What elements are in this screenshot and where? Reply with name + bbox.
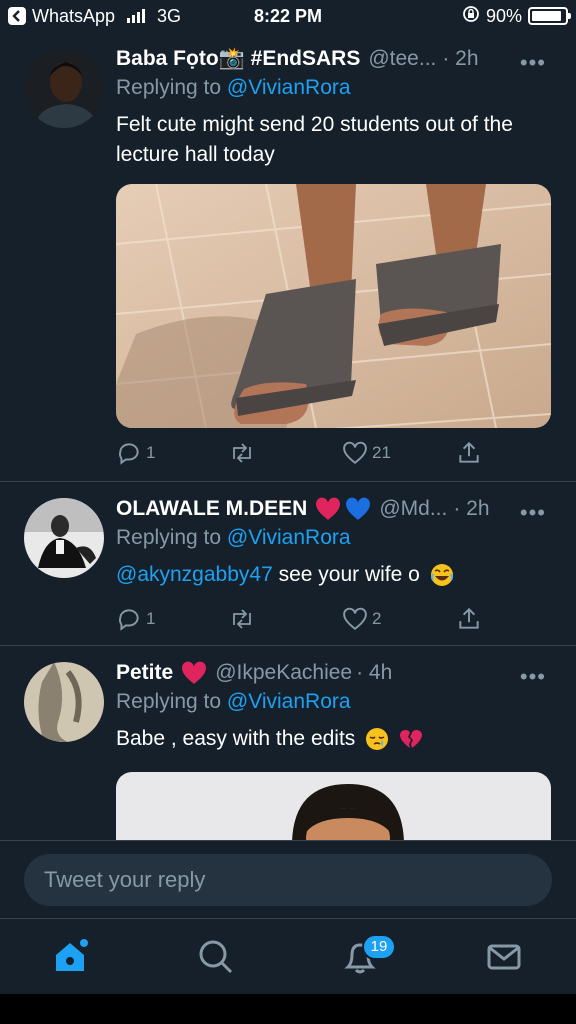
lock-rotation-icon bbox=[462, 5, 480, 28]
retweet-button[interactable] bbox=[228, 606, 260, 632]
like-count: 21 bbox=[372, 443, 391, 462]
status-bar: WhatsApp 3G 8:22 PM 90% bbox=[0, 0, 576, 32]
more-icon[interactable]: ••• bbox=[520, 664, 546, 690]
reply-count: 1 bbox=[146, 609, 156, 628]
tweet-text-body: Babe , easy with the edits bbox=[116, 727, 356, 750]
more-icon[interactable]: ••• bbox=[520, 500, 546, 526]
replying-to: Replying to @VivianRora bbox=[116, 526, 552, 556]
display-name[interactable]: Petite bbox=[116, 661, 173, 685]
red-heart-emoji bbox=[315, 497, 341, 521]
more-icon[interactable]: ••• bbox=[520, 50, 546, 76]
tab-messages[interactable] bbox=[484, 937, 524, 977]
avatar[interactable] bbox=[24, 48, 104, 128]
like-icon bbox=[343, 607, 367, 630]
tweet[interactable]: Baba Fọto📸 #EndSARS @tee... · 2h ••• Rep… bbox=[0, 32, 576, 482]
broken-heart-emoji bbox=[399, 727, 423, 751]
tweet-content: OLAWALE M.DEEN @Md... · 2h ••• Replying … bbox=[116, 494, 552, 590]
share-icon bbox=[459, 607, 479, 629]
replying-to: Replying to @VivianRora bbox=[116, 690, 552, 720]
handle[interactable]: @Md... bbox=[379, 497, 447, 521]
tweet-image[interactable] bbox=[116, 772, 551, 842]
replying-label: Replying to bbox=[116, 690, 222, 713]
reply-count: 1 bbox=[146, 443, 156, 462]
reply-button[interactable]: 1 bbox=[116, 606, 155, 632]
retweet-icon bbox=[233, 443, 251, 463]
tweet[interactable]: OLAWALE M.DEEN @Md... · 2h ••• Replying … bbox=[0, 482, 576, 646]
laughing-emoji bbox=[430, 563, 454, 587]
home-icon bbox=[56, 939, 88, 971]
like-count: 2 bbox=[372, 609, 382, 628]
tweet-text: @akynzgabby47 see your wife o bbox=[116, 560, 552, 590]
tab-search[interactable] bbox=[196, 937, 236, 977]
replying-label: Replying to bbox=[116, 76, 222, 99]
share-button[interactable] bbox=[456, 440, 482, 466]
share-button[interactable] bbox=[456, 606, 482, 632]
tab-bar: 19 bbox=[0, 918, 576, 994]
like-button[interactable]: 2 bbox=[342, 607, 381, 631]
replying-to-link[interactable]: @VivianRora bbox=[227, 76, 351, 99]
timestamp: · 2h bbox=[453, 497, 490, 520]
tweet-text: Babe , easy with the edits bbox=[116, 724, 552, 754]
tweet-text: Felt cute might send 20 students out of … bbox=[116, 113, 513, 166]
search-icon bbox=[199, 940, 233, 974]
reply-composer: Tweet your reply bbox=[0, 840, 576, 918]
red-heart-emoji bbox=[181, 661, 207, 685]
battery-icon bbox=[528, 7, 571, 25]
messages-icon bbox=[487, 944, 521, 970]
tweet-text-body: see your wife o bbox=[272, 563, 420, 586]
blue-heart-emoji bbox=[345, 497, 371, 521]
replying-to: Replying to @VivianRora bbox=[116, 76, 552, 106]
timestamp: · 2h bbox=[442, 47, 479, 70]
tweet-content: Baba Fọto📸 #EndSARS @tee... · 2h ••• Rep… bbox=[116, 44, 552, 170]
like-button[interactable]: 21 bbox=[342, 441, 391, 465]
tweet-image[interactable] bbox=[116, 184, 551, 428]
tweet-actions: 1 2 bbox=[116, 604, 496, 634]
replying-label: Replying to bbox=[116, 526, 222, 549]
tweet-content: Petite @IkpeKachiee · 4h ••• Replying to… bbox=[116, 658, 552, 754]
timestamp: · 4h bbox=[356, 661, 393, 684]
sleepy-emoji bbox=[365, 727, 389, 751]
tab-home[interactable] bbox=[52, 937, 92, 977]
avatar[interactable] bbox=[24, 498, 104, 578]
handle[interactable]: @IkpeKachiee bbox=[215, 661, 352, 685]
retweet-icon bbox=[233, 609, 251, 629]
reply-button[interactable]: 1 bbox=[116, 440, 155, 466]
handle[interactable]: @tee... bbox=[368, 47, 436, 71]
retweet-button[interactable] bbox=[228, 440, 260, 466]
display-name[interactable]: OLAWALE M.DEEN bbox=[116, 497, 307, 521]
display-name[interactable]: Baba Fọto📸 #EndSARS bbox=[116, 47, 360, 71]
battery-percent: 90% bbox=[485, 5, 522, 26]
mention-link[interactable]: @akynzgabby47 bbox=[116, 563, 273, 586]
share-icon bbox=[459, 441, 479, 463]
replying-to-link[interactable]: @VivianRora bbox=[227, 690, 351, 713]
replying-to-link[interactable]: @VivianRora bbox=[227, 526, 351, 549]
reply-icon bbox=[118, 609, 139, 631]
tweet-actions: 1 21 bbox=[116, 438, 496, 468]
reply-icon bbox=[118, 443, 139, 465]
notifications-badge: 19 bbox=[362, 934, 396, 960]
reply-input[interactable]: Tweet your reply bbox=[24, 854, 552, 906]
twitter-app: WhatsApp 3G 8:22 PM 90% Baba Fọto📸 #EndS… bbox=[0, 0, 576, 994]
avatar[interactable] bbox=[24, 662, 104, 742]
tweet[interactable]: Petite @IkpeKachiee · 4h ••• Replying to… bbox=[0, 646, 576, 842]
like-icon bbox=[343, 441, 367, 464]
